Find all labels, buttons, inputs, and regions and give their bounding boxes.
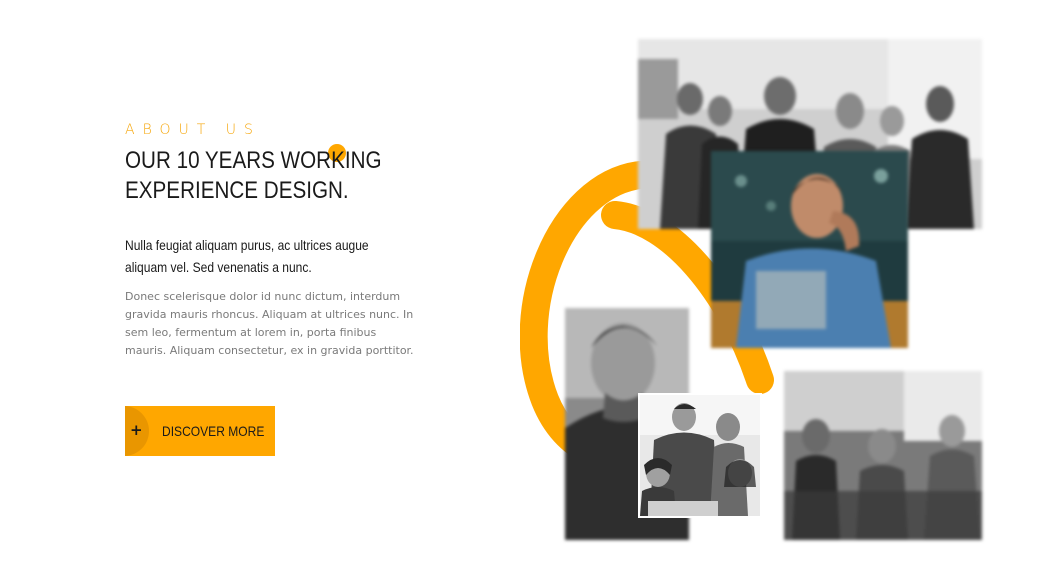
about-title: OUR 10 YEARS WORKING EXPERIENCE DESIGN. <box>125 147 382 204</box>
about-eyebrow: ABOUT US <box>125 122 261 138</box>
discover-more-button[interactable]: + DISCOVER MORE <box>125 406 275 456</box>
group-photo <box>638 393 762 518</box>
plus-icon: + <box>130 421 143 439</box>
about-lead: Nulla feugiat aliquam purus, ac ultrices… <box>125 237 369 275</box>
phone-call-photo <box>711 151 908 348</box>
office-meeting-photo <box>784 371 982 540</box>
about-body: Donec scelerisque dolor id nunc dictum, … <box>125 290 414 357</box>
discover-more-label: DISCOVER MORE <box>162 423 265 439</box>
